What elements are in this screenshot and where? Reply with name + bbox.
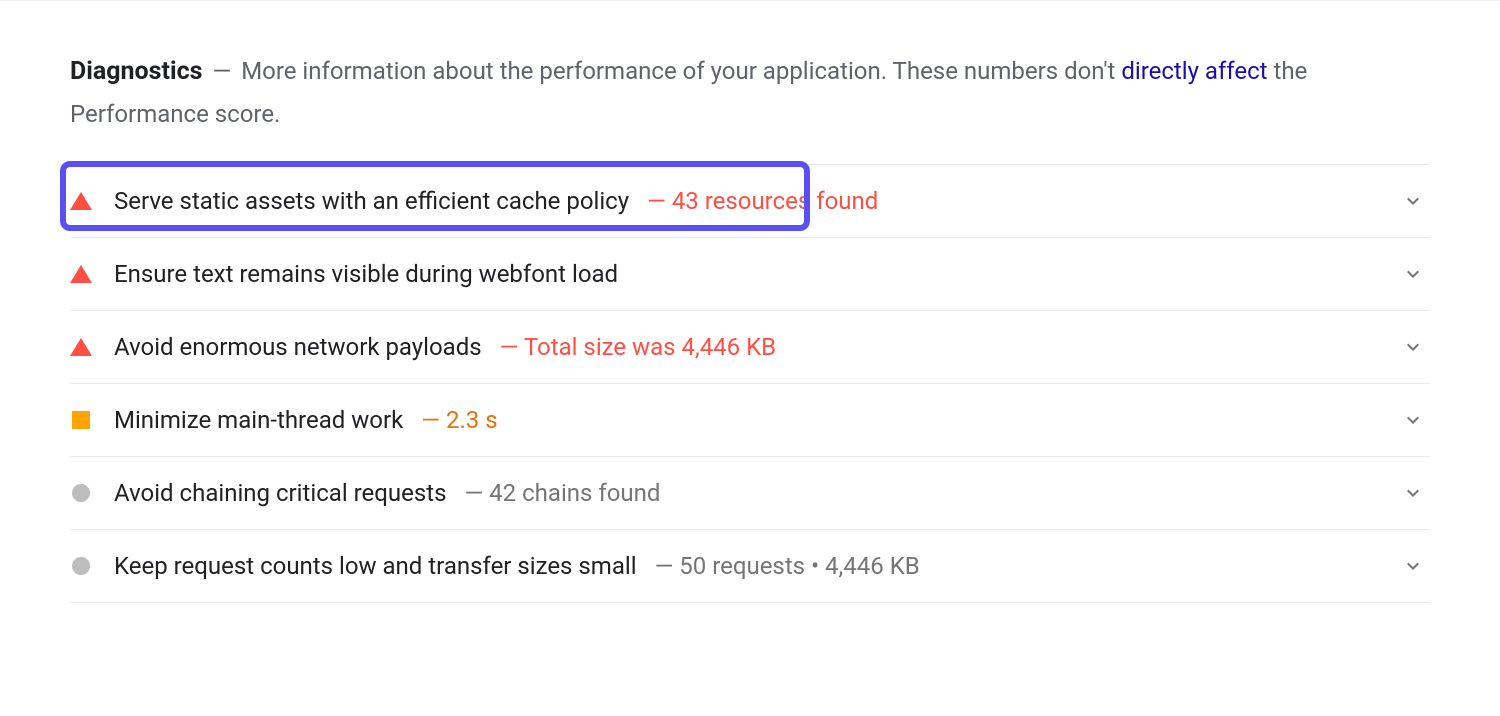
directly-affect-link[interactable]: directly affect [1121,57,1267,85]
diagnostic-title: Avoid chaining critical requests [114,479,446,507]
fail-triangle-icon [70,336,92,358]
diagnostic-row[interactable]: Minimize main-thread work — 2.3 s [70,384,1430,457]
detail-separator: — [500,333,524,361]
detail-separator: — [421,406,446,434]
fail-triangle-icon [70,190,92,212]
detail-value: 50 requests • 4,446 KB [679,552,919,580]
chevron-down-icon [1401,481,1425,505]
diagnostic-detail: — 50 requests • 4,446 KB [655,552,920,580]
section-title: Diagnostics [70,57,202,86]
diagnostics-list: Serve static assets with an efficient ca… [70,164,1430,603]
info-circle-icon [70,482,92,504]
diagnostic-row[interactable]: Avoid enormous network payloads — Total s… [70,311,1430,384]
diagnostic-title: Minimize main-thread work [114,406,403,434]
detail-value: Total size was 4,446 KB [524,333,776,361]
diagnostic-row[interactable]: Ensure text remains visible during webfo… [70,238,1430,311]
diagnostic-detail: — 42 chains found [464,479,660,507]
diagnostic-detail: — 43 resources found [647,187,878,215]
detail-separator: — [464,479,489,507]
info-circle-icon [70,555,92,577]
diagnostic-row[interactable]: Serve static assets with an efficient ca… [70,165,1430,238]
diagnostic-text: Avoid chaining critical requests — 42 cha… [114,479,1401,507]
diagnostic-text: Ensure text remains visible during webfo… [114,260,1401,288]
diagnostic-text: Avoid enormous network payloads — Total s… [114,333,1401,361]
warn-square-icon [70,409,92,431]
chevron-down-icon [1401,262,1425,286]
diagnostic-title: Avoid enormous network payloads [114,333,482,361]
diagnostic-row[interactable]: Avoid chaining critical requests — 42 cha… [70,457,1430,530]
diagnostic-row[interactable]: Keep request counts low and transfer siz… [70,530,1430,603]
diagnostic-text: Serve static assets with an efficient ca… [114,187,1401,215]
diagnostic-detail: — Total size was 4,446 KB [500,333,776,361]
detail-separator: — [655,552,680,580]
diagnostics-header: Diagnostics — More information about the p… [70,51,1430,134]
diagnostic-title: Ensure text remains visible during webfo… [114,260,618,288]
detail-value: 43 resources found [672,187,878,215]
header-description-part1: More information about the performance o… [241,57,1121,85]
detail-separator: — [647,187,672,215]
detail-value: 2.3 s [446,406,498,434]
chevron-down-icon [1401,554,1425,578]
diagnostic-title: Serve static assets with an efficient ca… [114,187,629,215]
diagnostic-title: Keep request counts low and transfer siz… [114,552,637,580]
diagnostic-text: Minimize main-thread work — 2.3 s [114,406,1401,434]
dash-separator: — [212,57,231,85]
chevron-down-icon [1401,189,1425,213]
chevron-down-icon [1401,335,1425,359]
chevron-down-icon [1401,408,1425,432]
diagnostic-detail: — 2.3 s [421,406,497,434]
diagnostic-text: Keep request counts low and transfer siz… [114,552,1401,580]
detail-value: 42 chains found [489,479,660,507]
fail-triangle-icon [70,263,92,285]
